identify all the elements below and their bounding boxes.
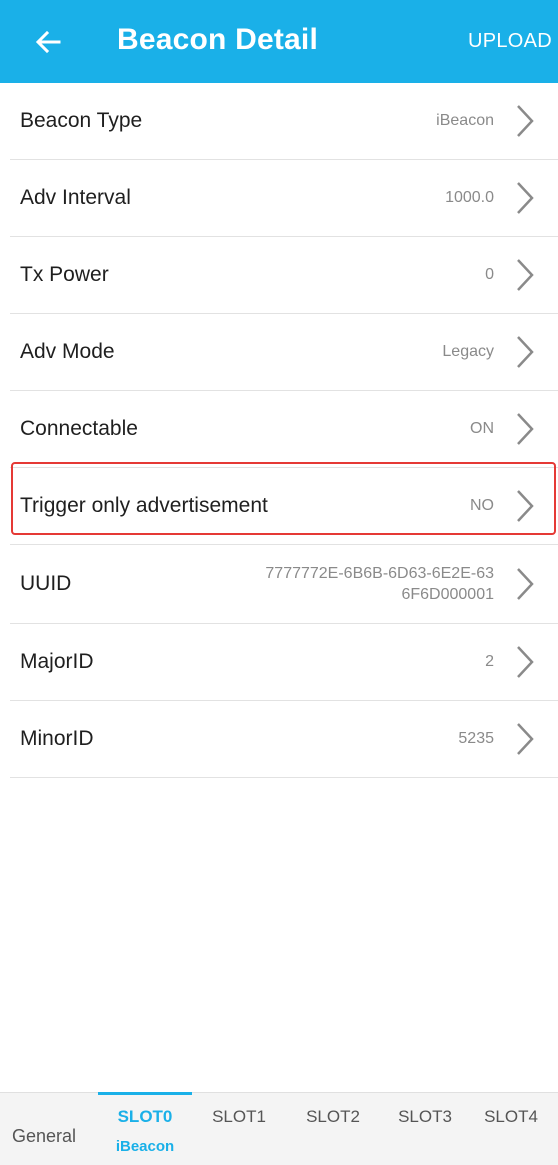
tab-label: SLOT2 — [306, 1107, 360, 1126]
page-title: Beacon Detail — [117, 23, 318, 56]
connectable-row[interactable]: Connectable ON — [10, 391, 558, 468]
row-label: Connectable — [20, 417, 138, 440]
row-value: ON — [470, 420, 494, 437]
chevron-right-icon — [517, 259, 534, 291]
row-label: Adv Mode — [20, 340, 115, 363]
tab-sublabel: iBeacon — [115, 1138, 175, 1155]
arrow-left-icon — [35, 30, 61, 54]
beacon-detail-screen: Beacon Detail UPLOAD Beacon Type iBeacon… — [0, 0, 558, 1165]
chevron-right-icon — [517, 568, 534, 600]
tx-power-row[interactable]: Tx Power 0 — [10, 237, 558, 314]
tab-slot1[interactable]: SLOT1 — [192, 1093, 286, 1165]
tab-label: SLOT4 — [484, 1107, 538, 1126]
row-label: UUID — [20, 572, 72, 595]
adv-interval-row[interactable]: Adv Interval 1000.0 — [10, 160, 558, 237]
minor-id-row[interactable]: MinorID 5235 — [10, 701, 558, 778]
uuid-row[interactable]: UUID 7777772E-6B6B-6D63-6E2E-63 6F6D0000… — [10, 545, 558, 624]
adv-mode-row[interactable]: Adv Mode Legacy — [10, 314, 558, 391]
chevron-right-icon — [517, 646, 534, 678]
chevron-right-icon — [517, 413, 534, 445]
tab-slot3[interactable]: SLOT3 — [378, 1093, 472, 1165]
tab-general[interactable]: General — [0, 1093, 98, 1165]
row-value: iBeacon — [436, 112, 494, 129]
row-value: 0 — [485, 266, 494, 283]
row-label: MajorID — [20, 650, 94, 673]
tab-slot4[interactable]: SLOT4 — [464, 1093, 558, 1165]
active-tab-indicator — [98, 1092, 192, 1095]
tab-slot0[interactable]: SLOT0 iBeacon — [98, 1092, 192, 1165]
app-bar: Beacon Detail UPLOAD — [0, 0, 558, 83]
chevron-right-icon — [517, 182, 534, 214]
row-label: Beacon Type — [20, 109, 143, 132]
row-value: Legacy — [442, 343, 494, 360]
row-value: 1000.0 — [445, 189, 494, 206]
tab-label: SLOT3 — [398, 1107, 452, 1126]
tab-label: SLOT1 — [212, 1107, 266, 1126]
chevron-right-icon — [517, 723, 534, 755]
beacon-settings-list: Beacon Type iBeacon Adv Interval 1000.0 … — [0, 83, 558, 778]
row-value: 2 — [485, 653, 494, 670]
row-value: NO — [470, 497, 494, 514]
uuid-value-line2: 6F6D000001 — [401, 586, 494, 603]
beacon-type-row[interactable]: Beacon Type iBeacon — [10, 83, 558, 160]
row-value: 5235 — [458, 730, 494, 747]
upload-button[interactable]: UPLOAD — [468, 28, 552, 54]
row-value: 7777772E-6B6B-6D63-6E2E-63 6F6D000001 — [224, 545, 494, 623]
row-label: MinorID — [20, 727, 94, 750]
major-id-row[interactable]: MajorID 2 — [10, 624, 558, 701]
row-label: Trigger only advertisement — [20, 494, 268, 517]
uuid-value-line1: 7777772E-6B6B-6D63-6E2E-63 — [265, 565, 494, 582]
row-label: Tx Power — [20, 263, 109, 286]
tab-label: SLOT0 — [117, 1107, 173, 1126]
chevron-right-icon — [517, 336, 534, 368]
chevron-right-icon — [517, 105, 534, 137]
bottom-tab-bar: General SLOT0 iBeacon SLOT1 SLOT2 SLOT3 … — [0, 1092, 558, 1165]
row-label: Adv Interval — [20, 186, 131, 209]
tab-label: General — [12, 1126, 77, 1146]
back-button[interactable] — [24, 18, 72, 66]
trigger-only-advertisement-row[interactable]: Trigger only advertisement NO — [10, 468, 558, 545]
tab-slot2[interactable]: SLOT2 — [286, 1093, 380, 1165]
chevron-right-icon — [517, 490, 534, 522]
